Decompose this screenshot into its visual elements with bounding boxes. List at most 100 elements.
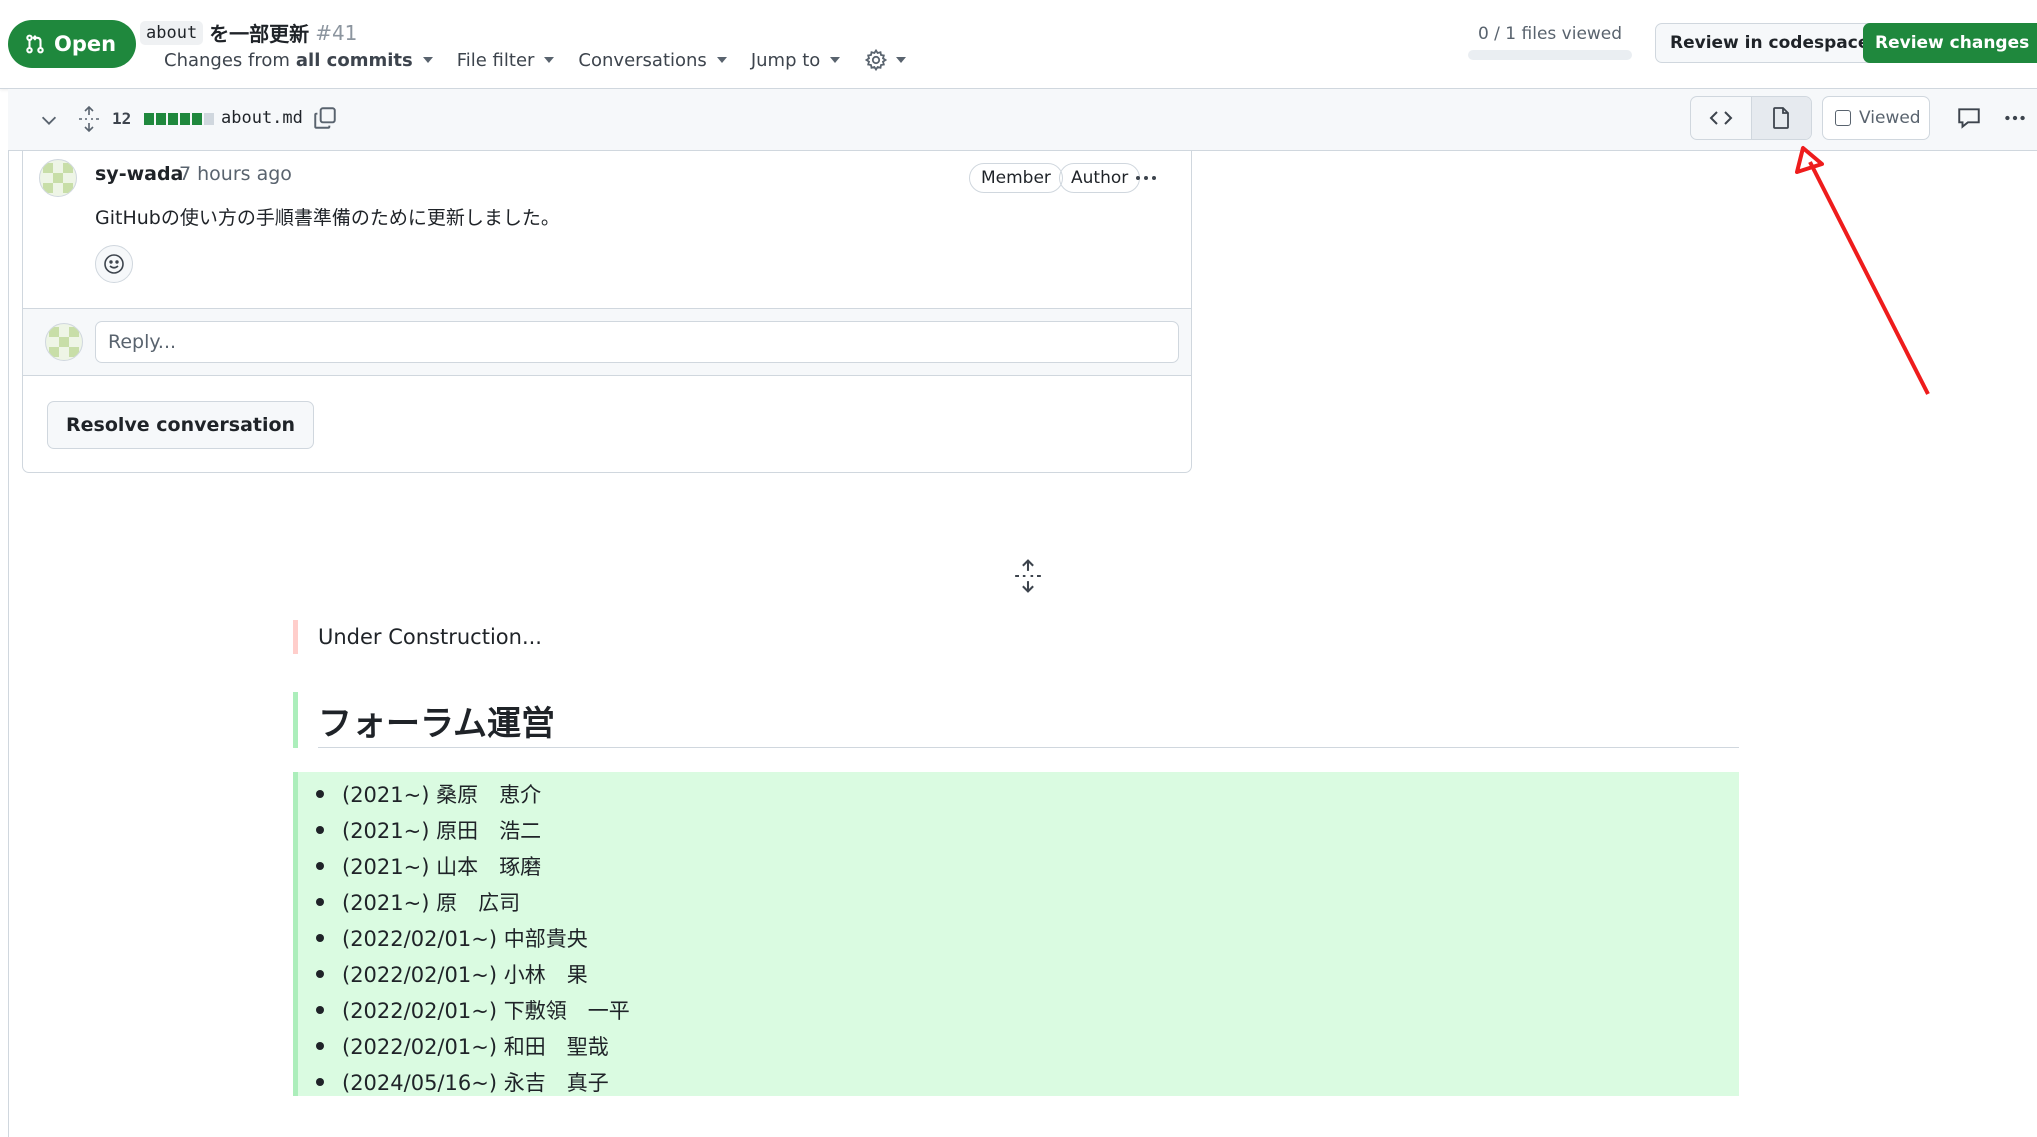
kebab-horizontal-icon[interactable]	[1133, 167, 1159, 189]
list-item-text: (2022/02/01~) 小林 果	[342, 963, 588, 987]
file-name-link[interactable]: about.md	[221, 108, 303, 128]
diffstat-blocks	[144, 113, 214, 125]
files-viewed-progress: 0 / 1 files viewed	[1468, 24, 1632, 60]
diffstat-block-added	[192, 113, 202, 125]
kebab-horizontal-icon[interactable]	[2002, 105, 2028, 131]
list-item-text: (2021~) 原 広司	[342, 891, 521, 915]
unfold-icon[interactable]	[76, 105, 102, 133]
added-list-block: (2021~) 桑原 恵介 (2021~) 原田 浩二 (2021~) 山本 琢…	[293, 772, 1739, 1096]
reply-input[interactable]: Reply...	[95, 321, 1179, 363]
markdown-heading: フォーラム運営	[293, 692, 1739, 748]
pr-title-text: を一部更新	[209, 22, 310, 46]
file-change-count: 12	[112, 109, 132, 128]
comment-author[interactable]: sy-wada	[95, 163, 183, 185]
files-viewed-label: 0 / 1 files viewed	[1477, 24, 1623, 44]
jump-to-label: Jump to	[750, 49, 821, 71]
file-header: 12 about.md Viewed	[8, 89, 2037, 151]
caret-down-icon	[544, 57, 555, 63]
pr-header: Open about を一部更新 #41 Changes from all co…	[0, 0, 2037, 89]
list-item: (2022/02/01~) 中部貴央	[316, 920, 630, 956]
bullet-icon	[316, 1042, 324, 1050]
viewed-checkbox[interactable]	[1835, 110, 1851, 126]
diffstat-block-added	[144, 113, 154, 125]
avatar[interactable]	[45, 323, 83, 361]
list-item: (2021~) 山本 琢磨	[316, 848, 630, 884]
file-icon	[1773, 107, 1790, 129]
list-item-text: (2024/05/16~) 永吉 真子	[342, 1071, 609, 1095]
list-item-text: (2021~) 山本 琢磨	[342, 855, 542, 879]
comment-body: GitHubの使い方の手順書準備のために更新しました。	[95, 207, 560, 229]
gear-icon	[865, 48, 888, 72]
caret-down-icon	[422, 57, 433, 63]
list-item: (2022/02/01~) 小林 果	[316, 956, 630, 992]
chevron-down-icon[interactable]	[38, 109, 60, 131]
bullet-icon	[316, 1078, 324, 1086]
diffstat-block-added	[156, 113, 166, 125]
member-list: (2021~) 桑原 恵介 (2021~) 原田 浩二 (2021~) 山本 琢…	[316, 776, 630, 1100]
reply-area: Reply...	[23, 308, 1191, 376]
caret-down-icon	[716, 57, 727, 63]
changes-from-prefix: Changes from	[164, 49, 290, 71]
file-filter-dropdown[interactable]: File filter	[457, 50, 555, 71]
bullet-icon	[316, 1006, 324, 1014]
page: Open about を一部更新 #41 Changes from all co…	[0, 0, 2037, 1137]
jump-to-dropdown[interactable]: Jump to	[750, 49, 841, 71]
diff-settings-button[interactable]	[864, 48, 907, 72]
conversations-label: Conversations	[578, 49, 707, 71]
diffstat-block-neutral	[204, 113, 214, 125]
list-item: (2021~) 桑原 恵介	[316, 776, 630, 812]
review-in-codespace-button[interactable]: Review in codespace	[1655, 23, 1885, 63]
changes-from-value: all commits	[295, 49, 413, 71]
member-label: Member	[969, 163, 1063, 193]
rich-diff-button[interactable]	[1750, 97, 1811, 139]
review-changes-button[interactable]: Review changes	[1863, 23, 2037, 63]
viewed-label: Viewed	[1859, 108, 1921, 128]
bullet-icon	[316, 970, 324, 978]
diffstat-block-added	[168, 113, 178, 125]
changes-from-dropdown[interactable]: Changes from all commits	[164, 50, 433, 71]
caret-down-icon	[830, 57, 841, 63]
diff-view-toggle	[1690, 96, 1812, 140]
caret-down-icon	[896, 57, 907, 63]
list-item-text: (2022/02/01~) 和田 聖哉	[342, 1035, 609, 1059]
pr-title: about を一部更新 #41	[140, 18, 357, 47]
bullet-icon	[316, 790, 324, 798]
author-label: Author	[1059, 163, 1141, 193]
list-item-text: (2021~) 桑原 恵介	[342, 783, 542, 807]
resolve-conversation-button[interactable]: Resolve conversation	[47, 401, 315, 449]
file-filter-label: File filter	[456, 49, 535, 71]
pr-status-label: Open	[54, 32, 117, 56]
copy-icon[interactable]	[312, 105, 338, 131]
files-viewed-bar	[1468, 50, 1632, 60]
diff-gutter-line	[8, 151, 9, 1137]
list-item: (2021~) 原 広司	[316, 884, 630, 920]
pr-status-badge: Open	[8, 20, 137, 68]
smiley-icon	[104, 254, 124, 274]
conversations-dropdown[interactable]: Conversations	[578, 49, 727, 71]
heading-divider	[318, 747, 1739, 748]
diffstat-block-added	[180, 113, 190, 125]
list-item-text: (2021~) 原田 浩二	[342, 819, 542, 843]
bullet-icon	[316, 934, 324, 942]
list-item: (2022/02/01~) 和田 聖哉	[316, 1028, 630, 1064]
list-item-text: (2022/02/01~) 下敷領 一平	[342, 999, 630, 1023]
pr-number[interactable]: #41	[315, 21, 357, 45]
list-item: (2021~) 原田 浩二	[316, 812, 630, 848]
comment-timestamp[interactable]: 7 hours ago	[179, 163, 292, 185]
bullet-icon	[316, 862, 324, 870]
list-item-text: (2022/02/01~) 中部貴央	[342, 927, 588, 951]
pr-subnav: Changes from all commits File filter Con…	[164, 48, 907, 72]
add-reaction-button[interactable]	[95, 245, 133, 283]
code-icon	[1709, 111, 1733, 125]
deleted-paragraph: Under Construction...	[293, 620, 1739, 654]
git-pull-request-icon	[26, 34, 44, 54]
avatar[interactable]	[39, 159, 77, 197]
unfold-icon[interactable]	[1012, 558, 1044, 594]
source-diff-button[interactable]	[1691, 97, 1751, 139]
list-item: (2022/02/01~) 下敷領 一平	[316, 992, 630, 1028]
pr-title-code: about	[140, 20, 204, 45]
bullet-icon	[316, 826, 324, 834]
bullet-icon	[316, 898, 324, 906]
comment-icon[interactable]	[1956, 105, 1982, 131]
viewed-checkbox-button[interactable]: Viewed	[1822, 96, 1930, 140]
